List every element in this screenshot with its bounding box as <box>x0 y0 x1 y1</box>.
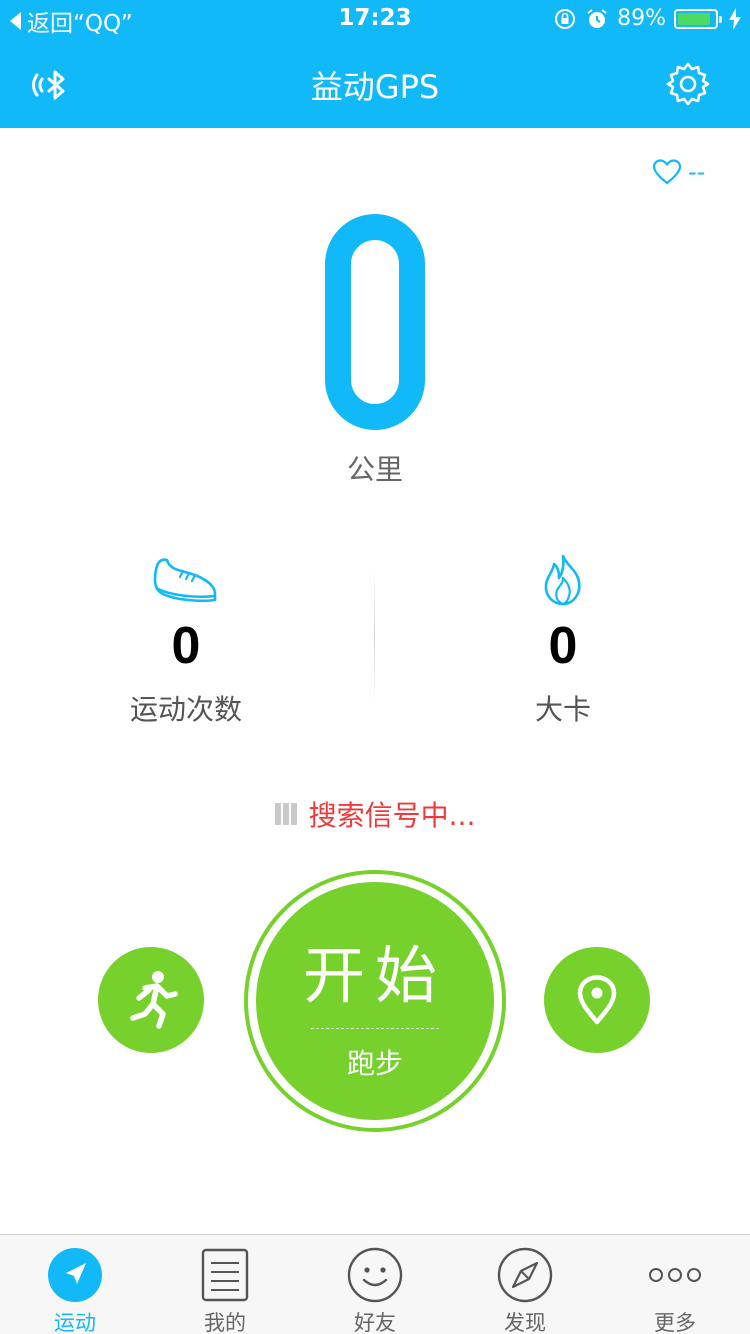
tab-friends[interactable]: 好友 <box>300 1235 450 1334</box>
workout-count-stat: 0 运动次数 <box>66 554 306 728</box>
run-mode-label: 跑步 <box>346 1047 403 1080</box>
distance-value: 0 <box>0 212 750 436</box>
sport-type-button[interactable] <box>98 947 204 1053</box>
calories-label: 大卡 <box>534 693 591 726</box>
navigation-arrow-icon <box>47 1247 103 1303</box>
flame-icon <box>544 554 581 606</box>
distance-unit: 公里 <box>346 453 403 486</box>
start-divider <box>311 1028 439 1029</box>
tab-bar: 运动 我的 好友 发现 更多 <box>0 1234 750 1334</box>
status-bar: 返回“QQ” 17:23 89% <box>0 0 750 40</box>
document-icon <box>197 1247 253 1303</box>
charging-bolt-icon <box>729 7 741 30</box>
workout-count-value: 0 <box>171 617 201 675</box>
rotation-lock-icon <box>555 8 576 29</box>
app-header: 返回“QQ” 17:23 89% 益动GPS <box>0 0 750 128</box>
smiley-icon <box>347 1247 403 1303</box>
tab-mine-label: 我的 <box>204 1311 246 1334</box>
start-run-button[interactable]: 开始 跑步 <box>244 870 506 1132</box>
calories-value: 0 <box>548 617 578 675</box>
signal-bars-icon <box>274 803 299 825</box>
status-indicators: 89% <box>553 6 742 31</box>
workout-count-label: 运动次数 <box>129 693 242 726</box>
start-label: 开始 <box>302 939 447 1012</box>
more-dots-icon <box>647 1247 703 1303</box>
tab-mine[interactable]: 我的 <box>150 1235 300 1334</box>
tab-more-label: 更多 <box>654 1311 696 1334</box>
heart-rate-value: -- <box>688 158 706 186</box>
tab-sport-label: 运动 <box>54 1311 96 1334</box>
settings-button[interactable] <box>664 60 712 108</box>
tab-discover-label: 发现 <box>504 1311 546 1334</box>
battery-icon <box>674 8 722 29</box>
gps-status: 搜索信号中... <box>0 794 750 834</box>
gps-status-text: 搜索信号中... <box>308 799 476 832</box>
heart-rate: -- <box>652 158 705 186</box>
location-button[interactable] <box>544 947 650 1053</box>
compass-icon <box>497 1247 553 1303</box>
running-person-icon <box>130 971 178 1029</box>
location-pin-icon <box>577 975 617 1025</box>
gear-icon <box>666 62 710 106</box>
start-run-button-face[interactable]: 开始 跑步 <box>256 882 494 1120</box>
page-title: 益动GPS <box>310 68 440 106</box>
shoe-icon <box>153 558 217 603</box>
tab-discover[interactable]: 发现 <box>450 1235 600 1334</box>
battery-percent: 89% <box>617 6 666 31</box>
stats-divider <box>374 566 375 706</box>
tab-sport[interactable]: 运动 <box>0 1235 150 1334</box>
tab-friends-label: 好友 <box>354 1311 396 1334</box>
calories-stat: 0 大卡 <box>443 554 683 728</box>
heart-icon <box>652 159 682 185</box>
distance-digit <box>325 214 425 430</box>
tab-more[interactable]: 更多 <box>600 1235 750 1334</box>
alarm-icon <box>587 8 607 28</box>
